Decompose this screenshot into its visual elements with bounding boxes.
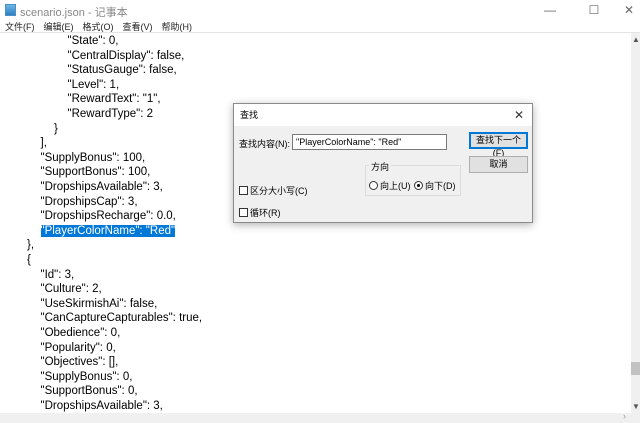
- scroll-right-icon[interactable]: ›: [623, 411, 626, 421]
- editor-line: "State": 0,: [68, 34, 119, 48]
- line-text: "SupplyBonus": 0,: [40, 370, 133, 383]
- direction-up-radio[interactable]: 向上(U): [369, 179, 411, 192]
- line-text: "Popularity": 0,: [40, 341, 116, 354]
- dialog-close-icon[interactable]: ✕: [514, 104, 524, 126]
- direction-group: 方向 向上(U) 向下(D): [365, 160, 461, 196]
- match-case-label: 区分大小写(C): [250, 186, 308, 196]
- editor-line: }: [54, 122, 58, 136]
- line-text: "DropshipsRecharge": 0.0,: [40, 210, 176, 223]
- line-text: },: [27, 239, 35, 252]
- line-text: }: [54, 122, 58, 135]
- line-text: "DropshipsAvailable": 3,: [40, 181, 163, 193]
- editor-line: "DropshipsAvailable": 3,: [41, 180, 163, 194]
- line-text: "State": 0,: [67, 35, 119, 47]
- line-text: "CentralDisplay": false,: [67, 49, 185, 62]
- line-text: "RewardText": "1",: [67, 93, 161, 106]
- radio-icon: [369, 181, 378, 190]
- horizontal-scrollbar[interactable]: ›: [0, 411, 640, 423]
- editor-line: {: [27, 253, 31, 267]
- editor-line: "DropshipsAvailable": 3,: [41, 399, 163, 413]
- line-text: "SupportBonus": 100,: [40, 166, 151, 179]
- editor-line: "RewardText": "1",: [68, 92, 161, 106]
- editor-line: "Id": 3,: [41, 268, 75, 282]
- menu-bar: 文件(F) 编辑(E) 格式(O) 查看(V) 帮助(H): [0, 20, 640, 33]
- cancel-button[interactable]: 取消: [469, 156, 528, 173]
- line-text: "Culture": 2,: [40, 283, 102, 296]
- dialog-title: 查找: [234, 104, 532, 126]
- editor-line: "SupportBonus": 100,: [41, 165, 151, 179]
- direction-down-label: 向下(D): [425, 181, 456, 191]
- find-label: 查找内容(N):: [239, 139, 290, 149]
- wrap-label: 循环(R): [250, 208, 281, 218]
- menu-format[interactable]: 格式(O): [83, 20, 114, 33]
- line-text: {: [27, 254, 31, 266]
- line-text: "CanCaptureCapturables": true,: [40, 312, 203, 325]
- title-bar: scenario.json - 记事本 — ☐ ✕: [0, 0, 640, 20]
- scroll-thumb[interactable]: [631, 362, 640, 375]
- line-text: "Id": 3,: [40, 268, 75, 281]
- line-text: "DropshipsCap": 3,: [40, 195, 138, 208]
- line-text: "Level": 1,: [67, 78, 120, 91]
- menu-help[interactable]: 帮助(H): [162, 20, 193, 33]
- line-text: "DropshipsAvailable": 3,: [40, 400, 163, 412]
- radio-selected-icon: [414, 181, 423, 190]
- editor-line: "DropshipsCap": 3,: [41, 195, 138, 209]
- editor-line: "Popularity": 0,: [41, 341, 116, 355]
- editor-line: ],: [41, 136, 47, 150]
- direction-down-radio[interactable]: 向下(D): [414, 179, 456, 192]
- match-case-checkbox[interactable]: 区分大小写(C): [239, 184, 308, 197]
- line-text: "Objectives": [],: [40, 356, 119, 369]
- vertical-scrollbar[interactable]: ▲ ▼: [631, 33, 640, 413]
- editor-line: "PlayerColorName": "Red": [40, 224, 176, 238]
- direction-label: 方向: [369, 160, 392, 173]
- editor-line: "SupplyBonus": 0,: [41, 370, 133, 384]
- editor-line: "CanCaptureCapturables": true,: [41, 311, 203, 325]
- editor-line: "RewardType": 2: [68, 107, 154, 121]
- window-title: scenario.json - 记事本: [20, 7, 128, 19]
- editor-line: "SupportBonus": 0,: [41, 384, 138, 398]
- checkbox-icon: [239, 186, 248, 195]
- line-text: "SupportBonus": 0,: [40, 385, 138, 398]
- scroll-down-icon[interactable]: ▼: [632, 402, 640, 411]
- editor-line: },: [27, 238, 34, 252]
- minimize-button[interactable]: —: [530, 0, 570, 20]
- find-dialog: 查找 ✕ 查找内容(N): "PlayerColorName": "Red" 查…: [233, 103, 533, 223]
- editor-line: "SupplyBonus": 100,: [41, 151, 146, 165]
- editor-line: "DropshipsRecharge": 0.0,: [41, 209, 176, 223]
- selected-text: "PlayerColorName": "Red": [40, 224, 176, 237]
- line-text: "UseSkirmishAi": false,: [40, 297, 158, 310]
- menu-view[interactable]: 查看(V): [123, 20, 153, 33]
- menu-file[interactable]: 文件(F): [5, 20, 35, 33]
- line-text: "SupplyBonus": 100,: [40, 151, 146, 164]
- editor-line: "StatusGauge": false,: [68, 63, 177, 77]
- text-editor[interactable]: "State": 0, "CentralDisplay": false, "Stat…: [0, 33, 631, 413]
- line-text: ],: [40, 137, 47, 150]
- maximize-button[interactable]: ☐: [574, 0, 614, 20]
- editor-line: "Obedience": 0,: [41, 326, 121, 340]
- find-next-button[interactable]: 查找下一个(F): [469, 132, 528, 158]
- line-text: "StatusGauge": false,: [67, 64, 177, 77]
- menu-edit[interactable]: 编辑(E): [44, 20, 74, 33]
- line-text: "Obedience": 0,: [40, 327, 121, 339]
- editor-line: "Level": 1,: [68, 78, 120, 92]
- scroll-up-icon[interactable]: ▲: [632, 35, 640, 44]
- close-button[interactable]: ✕: [609, 0, 640, 20]
- editor-line: "CentralDisplay": false,: [68, 49, 185, 63]
- find-input[interactable]: "PlayerColorName": "Red": [292, 134, 447, 150]
- wrap-checkbox[interactable]: 循环(R): [239, 206, 281, 219]
- notepad-icon: [5, 4, 16, 16]
- line-text: "RewardType": 2: [67, 108, 154, 120]
- direction-up-label: 向上(U): [380, 181, 411, 191]
- editor-line: "UseSkirmishAi": false,: [41, 297, 158, 311]
- editor-line: "Objectives": [],: [41, 355, 119, 369]
- editor-line: "Culture": 2,: [41, 282, 102, 296]
- checkbox-icon: [239, 208, 248, 217]
